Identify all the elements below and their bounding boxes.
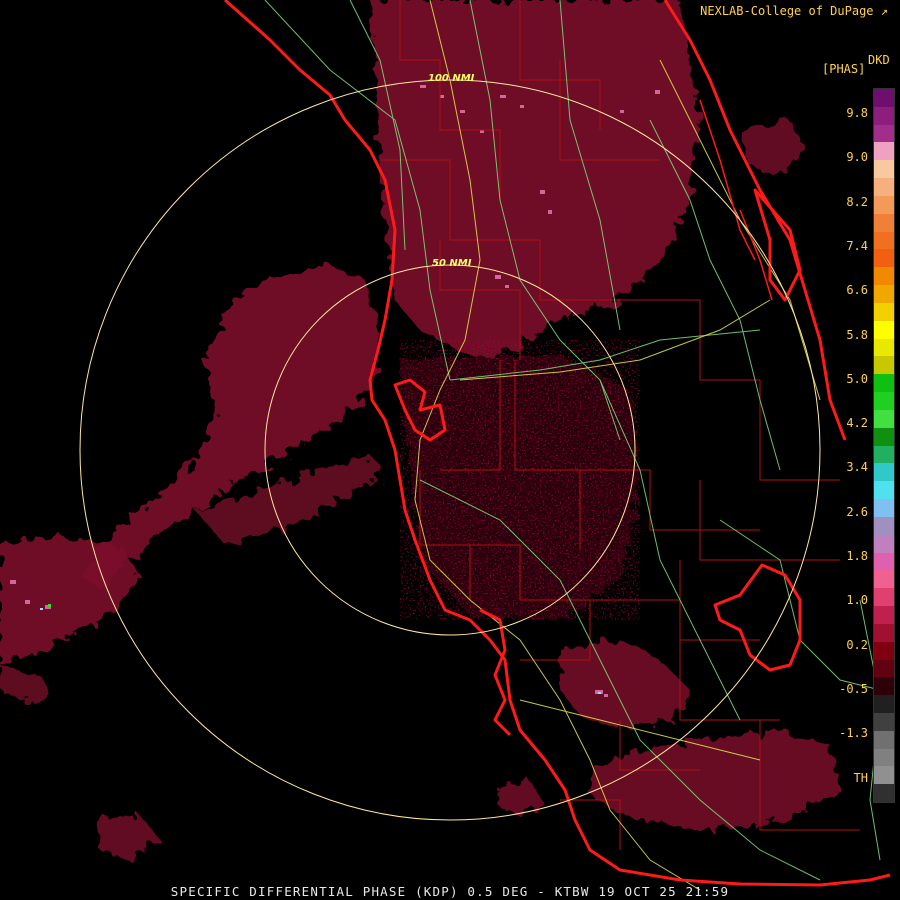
legend-color-swatch	[874, 516, 894, 535]
legend-tick-label: -1.3	[839, 726, 868, 741]
legend-color-swatch	[874, 409, 894, 428]
legend-color-swatch	[874, 392, 894, 410]
legend-tick-label: 3.4	[846, 460, 868, 475]
legend-tick-label: 1.0	[846, 593, 868, 608]
legend-color-swatch	[874, 606, 894, 624]
legend-color-swatch	[874, 231, 894, 250]
legend-color-swatch	[874, 142, 894, 161]
legend-tick-label: 2.6	[846, 504, 868, 519]
legend-color-swatch	[874, 106, 894, 125]
legend-color-swatch	[874, 213, 894, 232]
legend-color-swatch	[874, 588, 894, 607]
legend-tick-label: 5.8	[846, 327, 868, 342]
legend-color-swatch	[874, 195, 894, 214]
legend-tick-label: 4.2	[846, 416, 868, 431]
legend-color-swatch	[874, 730, 894, 749]
range-ring-100nmi-label: 100 NMI	[428, 73, 475, 84]
legend-color-swatch	[874, 320, 894, 339]
legend-color-swatch	[874, 570, 894, 589]
credit-text: NEXLAB-College of DuPage	[700, 4, 874, 18]
external-link-icon: ↗	[880, 4, 888, 18]
legend-tick-label: 5.0	[846, 371, 868, 386]
legend-color-swatch	[874, 677, 894, 696]
legend-tick-label: 1.8	[846, 549, 868, 563]
legend-color-swatch	[874, 534, 894, 553]
legend-color-swatch	[874, 481, 894, 500]
legend-color-swatch	[874, 124, 894, 143]
legend-color-swatch	[874, 267, 894, 286]
legend-color-swatch	[874, 285, 894, 303]
legend-units: [PHAS]	[822, 62, 866, 76]
legend-tick-label: TH	[853, 770, 868, 785]
legend-tick-label: 7.4	[846, 238, 868, 253]
legend-color-swatch	[874, 748, 894, 767]
legend-color-swatch	[874, 766, 894, 785]
legend-color-swatch	[874, 623, 894, 642]
radar-map	[0, 0, 891, 891]
legend-color-swatch	[874, 249, 894, 268]
legend-tick-label: 6.6	[846, 283, 868, 298]
legend-color-swatch	[874, 641, 894, 660]
legend-tick-label: 0.2	[846, 637, 868, 652]
legend-color-swatch	[874, 659, 894, 678]
credit-link[interactable]: NEXLAB-College of DuPage ↗	[700, 4, 888, 18]
legend-tick-label: 9.8	[846, 106, 868, 120]
legend-color-swatch	[874, 695, 894, 713]
legend-color-swatch	[874, 356, 894, 375]
legend-color-swatch	[874, 445, 894, 464]
legend-color-swatch	[874, 302, 894, 321]
legend-color-swatch	[874, 160, 894, 179]
legend-color-swatch	[874, 427, 894, 446]
legend-color-swatch	[874, 178, 894, 196]
legend-colorbar	[873, 88, 895, 803]
legend-color-swatch	[874, 784, 894, 803]
legend-color-swatch	[874, 552, 894, 571]
legend-color-swatch	[874, 89, 894, 107]
legend-color-swatch	[874, 499, 894, 517]
legend-tick-label: 9.0	[846, 150, 868, 165]
legend-color-swatch	[874, 374, 894, 393]
product-caption: SPECIFIC DIFFERENTIAL PHASE (KDP) 0.5 DE…	[170, 884, 730, 899]
legend-color-swatch	[874, 338, 894, 357]
legend-color-swatch	[874, 463, 894, 482]
legend-color-swatch	[874, 712, 894, 731]
legend-tick-label: -0.5	[839, 681, 868, 696]
range-ring-50nmi-label: 50 NMI	[432, 258, 472, 269]
legend-tick-label: 8.2	[846, 194, 868, 209]
legend-product: DKD	[868, 53, 890, 67]
